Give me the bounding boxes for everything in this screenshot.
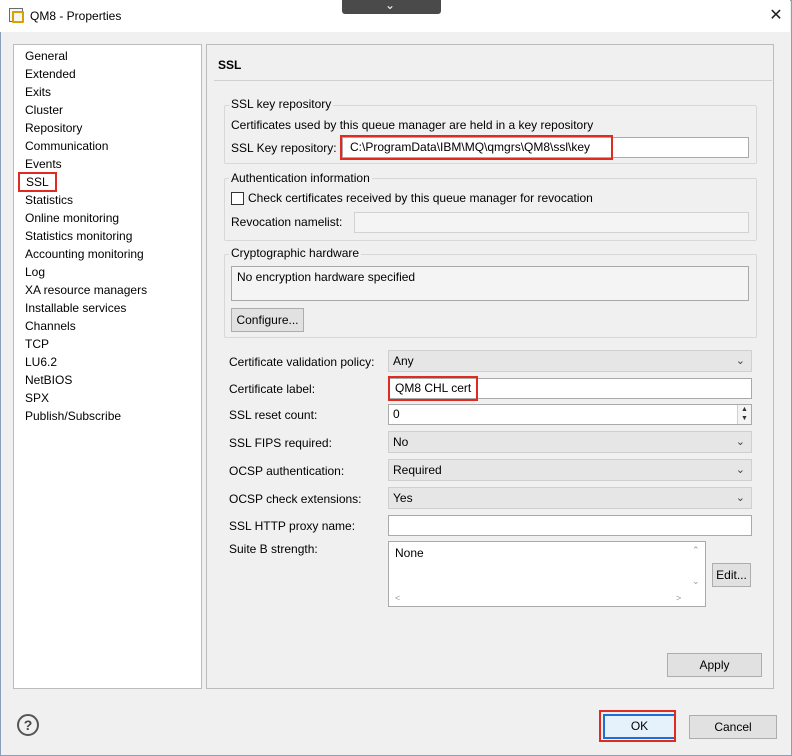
ok-highlight xyxy=(599,710,676,742)
scroll-up-icon[interactable]: ⌃ xyxy=(692,545,700,556)
key-repository-legend: SSL key repository xyxy=(229,97,334,111)
proxy-field[interactable] xyxy=(388,515,752,536)
fips-select[interactable]: No ⌄ xyxy=(388,431,752,453)
nav-item-ssl[interactable]: SSL xyxy=(18,172,57,192)
certificate-label-label: Certificate label: xyxy=(229,382,316,396)
revocation-check-label: Check certificates received by this queu… xyxy=(248,191,593,205)
revocation-namelist-field[interactable] xyxy=(354,212,749,233)
key-repository-description: Certificates used by this queue manager … xyxy=(231,118,594,132)
suite-b-value: None xyxy=(395,546,424,560)
suite-b-edit-button[interactable]: Edit... xyxy=(712,563,751,587)
ocsp-auth-value: Required xyxy=(393,463,442,477)
nav-item-events[interactable]: Events xyxy=(25,156,62,172)
reset-count-label: SSL reset count: xyxy=(229,408,318,422)
nav-item-channels[interactable]: Channels xyxy=(25,318,76,334)
fips-value: No xyxy=(393,435,409,449)
authentication-legend: Authentication information xyxy=(229,171,372,185)
chevron-down-icon: ⌄ xyxy=(735,355,745,367)
nav-item-statistics[interactable]: Statistics xyxy=(25,192,73,208)
chevron-down-icon: ⌄ xyxy=(735,436,745,448)
app-icon xyxy=(9,8,24,23)
nav-item-log[interactable]: Log xyxy=(25,264,45,280)
ocsp-ext-select[interactable]: Yes ⌄ xyxy=(388,487,752,509)
nav-item-cluster[interactable]: Cluster xyxy=(25,102,63,118)
nav-item-general[interactable]: General xyxy=(25,48,68,64)
ocsp-auth-label: OCSP authentication: xyxy=(229,464,345,478)
cancel-button[interactable]: Cancel xyxy=(689,715,777,739)
nav-item-publish-subscribe[interactable]: Publish/Subscribe xyxy=(25,408,121,424)
chevron-down-icon: ⌄ xyxy=(735,492,745,504)
reset-count-field[interactable]: 0 xyxy=(388,404,752,425)
scroll-right-icon[interactable]: > xyxy=(676,593,681,603)
nav-item-statistics-monitoring[interactable]: Statistics monitoring xyxy=(25,228,132,244)
scroll-left-icon[interactable]: < xyxy=(395,593,400,603)
nav-item-extended[interactable]: Extended xyxy=(25,66,76,82)
nav-item-spx[interactable]: SPX xyxy=(25,390,49,406)
configure-button[interactable]: Configure... xyxy=(231,308,304,332)
nav-item-repository[interactable]: Repository xyxy=(25,120,82,136)
chevron-down-icon: ⌄ xyxy=(385,0,396,12)
ocsp-ext-label: OCSP check extensions: xyxy=(229,492,362,506)
nav-item-accounting-monitoring[interactable]: Accounting monitoring xyxy=(25,246,144,262)
help-icon[interactable]: ? xyxy=(17,714,39,736)
window-title: QM8 - Properties xyxy=(30,9,122,23)
ocsp-auth-select[interactable]: Required ⌄ xyxy=(388,459,752,481)
suite-b-label: Suite B strength: xyxy=(229,542,318,556)
reset-count-spinner[interactable]: ▲ ▼ xyxy=(737,405,751,424)
suite-b-list[interactable]: None ⌃ ⌄ < > xyxy=(388,541,706,607)
validation-policy-value: Any xyxy=(393,354,414,368)
nav-item-xa-resource-managers[interactable]: XA resource managers xyxy=(25,282,147,298)
crypto-hardware-field: No encryption hardware specified xyxy=(231,266,749,301)
certificate-label-value[interactable]: QM8 CHL cert xyxy=(388,376,478,401)
ocsp-ext-value: Yes xyxy=(393,491,413,505)
nav-item-netbios[interactable]: NetBIOS xyxy=(25,372,72,388)
revocation-checkbox[interactable] xyxy=(231,192,244,205)
scroll-down-icon[interactable]: ⌄ xyxy=(692,576,700,587)
nav-item-communication[interactable]: Communication xyxy=(25,138,108,154)
dropdown-tab[interactable]: ⌄ xyxy=(342,0,441,14)
fips-label: SSL FIPS required: xyxy=(229,436,332,450)
title-divider xyxy=(214,80,772,81)
nav-item-tcp[interactable]: TCP xyxy=(25,336,49,352)
page-title: SSL xyxy=(218,58,242,72)
nav-item-lu62[interactable]: LU6.2 xyxy=(25,354,57,370)
nav-item-online-monitoring[interactable]: Online monitoring xyxy=(25,210,119,226)
nav-item-exits[interactable]: Exits xyxy=(25,84,51,100)
chevron-down-icon: ⌄ xyxy=(735,464,745,476)
validation-policy-select[interactable]: Any ⌄ xyxy=(388,350,752,372)
apply-button[interactable]: Apply xyxy=(667,653,762,677)
revocation-namelist-label: Revocation namelist: xyxy=(231,215,343,229)
key-repository-value[interactable]: C:\ProgramData\IBM\MQ\qmgrs\QM8\ssl\key xyxy=(340,135,613,160)
validation-policy-label: Certificate validation policy: xyxy=(229,355,375,369)
proxy-label: SSL HTTP proxy name: xyxy=(229,519,356,533)
nav-item-installable-services[interactable]: Installable services xyxy=(25,300,126,316)
key-repository-label: SSL Key repository: xyxy=(231,141,337,155)
crypto-hardware-legend: Cryptographic hardware xyxy=(229,246,362,260)
close-icon[interactable]: ✕ xyxy=(766,6,786,26)
